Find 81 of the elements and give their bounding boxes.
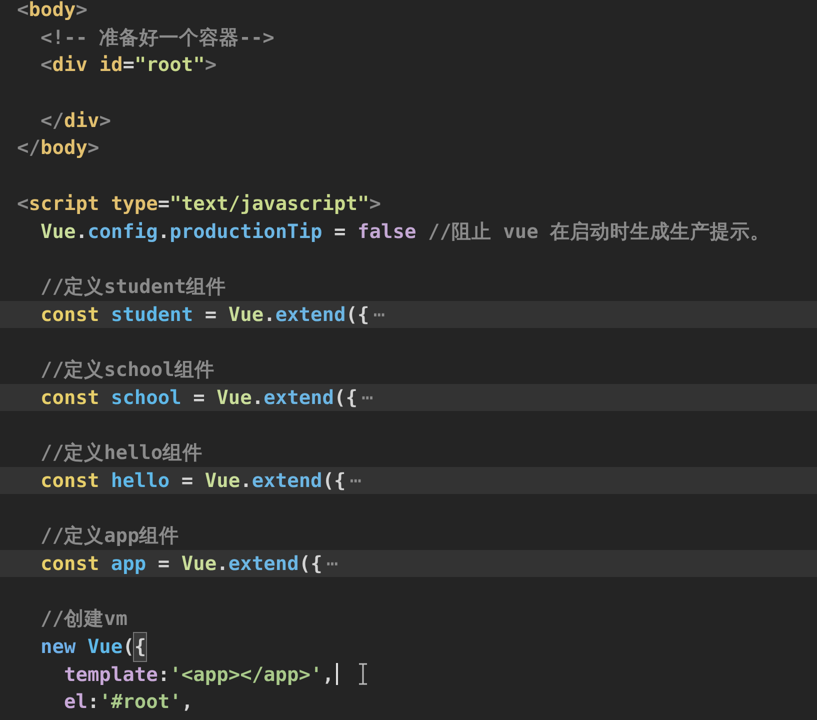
identifier: app — [110, 550, 146, 577]
code-punctuation: . — [216, 550, 228, 577]
matched-brace: { — [134, 632, 146, 661]
code-punctuation: , — [322, 662, 334, 688]
code-punctuation: . — [264, 302, 276, 328]
member-name: config — [87, 218, 158, 244]
fold-marker: ⋯ — [362, 384, 374, 411]
tag-name: body — [40, 135, 88, 162]
text-cursor — [336, 663, 338, 686]
identifier: school — [110, 384, 182, 411]
code-punctuation: , — [181, 689, 194, 716]
fold-marker: ⋯ — [350, 468, 362, 494]
string-literal: '<app></app>' — [170, 662, 322, 688]
identifier: Vue — [86, 634, 123, 660]
identifier: hello — [110, 468, 170, 494]
tag-bracket: < — [17, 0, 29, 23]
identifier: Vue — [181, 550, 217, 577]
code-punctuation: : — [158, 662, 170, 688]
code-punctuation: ({ — [298, 550, 322, 577]
keyword: const — [39, 550, 100, 577]
code-punctuation: : — [87, 689, 100, 716]
fold-marker: ⋯ — [326, 550, 338, 577]
code-comment: //定义hello组件 — [39, 440, 203, 466]
code-punctuation: . — [76, 218, 88, 244]
tag-name: body — [28, 0, 76, 23]
member-name: productionTip — [170, 218, 322, 244]
tag-bracket: > — [76, 0, 88, 23]
string-literal: '#root' — [99, 689, 182, 716]
identifier: student — [110, 302, 194, 328]
code-comment: //定义app组件 — [39, 523, 180, 550]
tag-bracket: > — [87, 135, 100, 162]
code-comment: //阻止 vue 在启动时生成生产提示。 — [426, 218, 770, 244]
fold-marker: ⋯ — [373, 302, 386, 328]
identifier: Vue — [228, 302, 264, 328]
tag-name: script — [28, 190, 100, 217]
tag-bracket: > — [369, 190, 381, 217]
string-literal: "root" — [134, 52, 205, 78]
tag-bracket: < — [39, 52, 52, 78]
code-punctuation: ( — [122, 634, 134, 660]
identifier: Vue — [39, 218, 76, 244]
code-punctuation: = — [122, 52, 134, 78]
tag-name: div — [64, 108, 100, 134]
boolean-literal: false — [358, 218, 416, 244]
member-name: extend — [264, 384, 334, 411]
member-name: extend — [252, 468, 322, 494]
tag-bracket: < — [17, 190, 29, 217]
identifier: Vue — [204, 468, 240, 494]
string-literal: "text/javascript" — [170, 190, 370, 217]
code-punctuation: . — [252, 384, 264, 411]
code-comment: //定义school组件 — [39, 356, 214, 383]
code-punctuation: = — [333, 218, 347, 244]
code-comment: //定义student组件 — [39, 274, 226, 300]
keyword: new — [39, 634, 76, 660]
tag-name: div — [52, 52, 88, 78]
code-punctuation: = — [204, 302, 218, 328]
property-name: template — [62, 662, 158, 688]
attribute-name: type — [110, 190, 158, 217]
keyword: const — [39, 468, 100, 494]
member-name: extend — [228, 550, 299, 577]
member-name: extend — [275, 302, 346, 328]
code-comment: <!-- 准备好一个容器--> — [39, 24, 274, 51]
i-beam-cursor-icon — [358, 663, 368, 686]
tag-bracket: > — [204, 52, 217, 78]
code-punctuation: . — [240, 468, 252, 494]
code-punctuation: = — [192, 384, 206, 411]
keyword: const — [39, 384, 100, 411]
code-punctuation: ({ — [322, 468, 346, 494]
code-punctuation: = — [156, 550, 171, 577]
attribute-name: id — [98, 52, 123, 78]
code-punctuation: = — [180, 468, 194, 494]
code-punctuation: = — [158, 190, 170, 217]
tag-bracket: </ — [17, 135, 40, 162]
property-name: el — [62, 689, 88, 716]
code-punctuation: ({ — [334, 384, 358, 411]
code-comment: //创建vm — [39, 606, 128, 632]
tag-bracket: > — [99, 108, 111, 134]
tag-bracket: </ — [39, 108, 64, 134]
identifier: Vue — [216, 384, 252, 411]
code-punctuation: . — [158, 218, 170, 244]
code-punctuation: ({ — [346, 302, 370, 328]
keyword: const — [39, 302, 100, 328]
